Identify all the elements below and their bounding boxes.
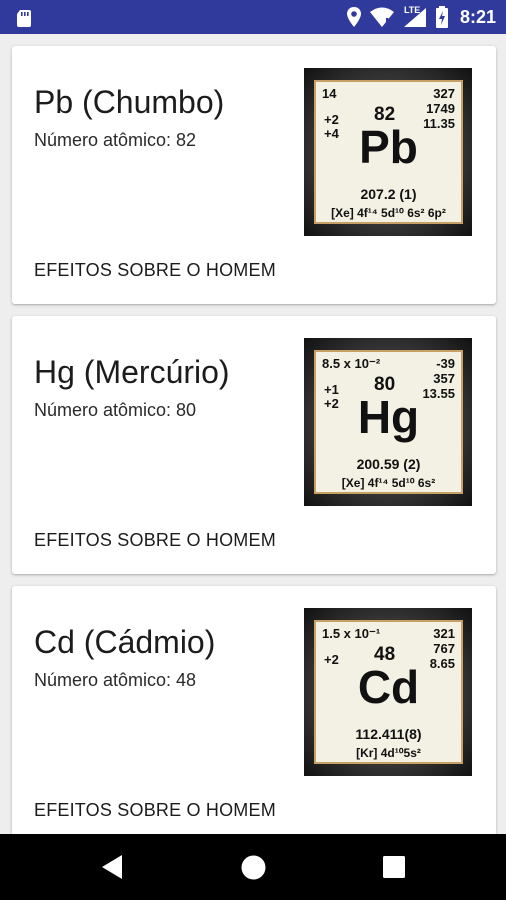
tile-atomic-mass: 112.411(8) xyxy=(355,726,422,742)
element-title: Cd (Cádmio) xyxy=(34,624,216,660)
tile-melting-point: 327 xyxy=(433,86,455,101)
back-icon[interactable] xyxy=(100,854,124,880)
atomic-number-text: Número atômico: 80 xyxy=(34,400,197,420)
tile-boiling-point: 1749 xyxy=(426,101,455,116)
tile-symbol: Hg xyxy=(357,391,420,443)
tile-symbol: Cd xyxy=(357,661,420,713)
atomic-number-text: Número atômico: 48 xyxy=(34,670,197,690)
element-tile-image: 8.5 x 10⁻² +1 +2 80 -39 357 13.55 Hg 200… xyxy=(304,338,472,506)
element-list[interactable]: Pb (Chumbo) Número atômico: 82 14 +2 +4 … xyxy=(0,34,506,834)
tile-top-left-value: 1.5 x 10⁻¹ xyxy=(322,626,381,641)
location-icon xyxy=(346,7,361,27)
tile-atomic-mass: 200.59 (2) xyxy=(356,456,421,472)
tile-electron-config: [Xe] 4f¹⁴ 5d¹⁰ 6s² 6p² xyxy=(331,206,446,220)
battery-charging-icon xyxy=(435,6,448,28)
effects-on-humans-button[interactable]: EFEITOS SOBRE O HOMEM xyxy=(34,530,276,551)
tile-boiling-point: 357 xyxy=(433,371,455,386)
effects-on-humans-button[interactable]: EFEITOS SOBRE O HOMEM xyxy=(34,260,276,281)
clock: 8:21 xyxy=(459,6,496,27)
status-bar: LTE 8:21 xyxy=(0,0,506,34)
tile-symbol: Pb xyxy=(359,121,418,173)
element-title: Hg (Mercúrio) xyxy=(34,354,230,390)
atomic-number-text: Número atômico: 82 xyxy=(34,130,197,150)
element-card-cd[interactable]: Cd (Cádmio) Número atômico: 48 1.5 x 10⁻… xyxy=(12,586,496,834)
tile-top-left-value: 14 xyxy=(322,86,337,101)
network-type-label: LTE xyxy=(403,5,421,15)
tile-electron-config: [Xe] 4f¹⁴ 5d¹⁰ 6s² xyxy=(341,476,436,490)
element-title: Pb (Chumbo) xyxy=(34,84,225,120)
wifi-icon xyxy=(369,7,394,28)
element-tile-image: 14 +2 +4 82 327 1749 11.35 Pb 207.2 (1) … xyxy=(304,68,472,236)
effects-on-humans-button[interactable]: EFEITOS SOBRE O HOMEM xyxy=(34,800,276,821)
recent-apps-icon[interactable] xyxy=(383,856,405,878)
navigation-bar xyxy=(0,834,506,900)
tile-electron-config: [Kr] 4d¹⁰5s² xyxy=(356,746,421,760)
tile-boiling-point: 767 xyxy=(433,641,455,656)
element-card-hg[interactable]: Hg (Mercúrio) Número atômico: 80 8.5 x 1… xyxy=(12,316,496,574)
tile-melting-point: -39 xyxy=(436,356,455,371)
tile-top-left-value: 8.5 x 10⁻² xyxy=(322,356,381,371)
signal-icon: LTE xyxy=(402,5,428,28)
element-card-pb[interactable]: Pb (Chumbo) Número atômico: 82 14 +2 +4 … xyxy=(12,46,496,304)
sd-card-icon xyxy=(17,10,31,27)
tile-atomic-mass: 207.2 (1) xyxy=(360,186,417,202)
tile-melting-point: 321 xyxy=(433,626,455,641)
element-tile-image: 1.5 x 10⁻¹ +2 48 321 767 8.65 Cd 112.411… xyxy=(304,608,472,776)
home-icon[interactable] xyxy=(241,855,266,880)
